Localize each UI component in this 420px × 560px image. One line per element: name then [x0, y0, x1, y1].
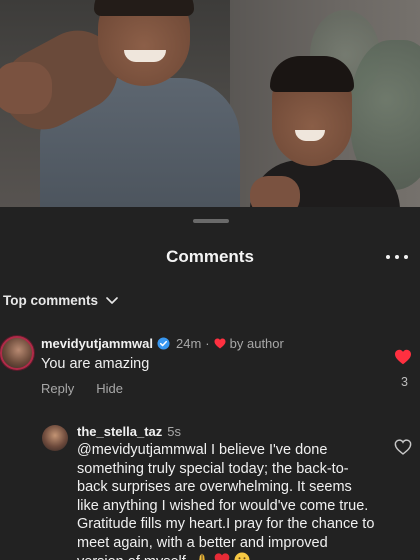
folded-hands-icon [199, 553, 205, 560]
photo-man-fist [0, 62, 52, 114]
comment-username[interactable]: the_stella_taz [77, 424, 162, 439]
comment-text: You are amazing [41, 356, 150, 372]
author-badge: by author [229, 336, 284, 351]
like-count: 3 [401, 375, 408, 389]
photo-man-smile [124, 50, 166, 62]
photo-woman-hair [270, 56, 354, 92]
photo-woman-fist [250, 176, 300, 207]
comment-actions: Reply Hide [41, 381, 123, 396]
avatar[interactable] [0, 336, 34, 370]
smiling-face-icon [234, 552, 250, 560]
post-photo [0, 0, 420, 207]
comment-text: @mevidyutjammwal I believe I've done som… [77, 441, 377, 560]
comment-body: @mevidyutjammwal I believe I've done som… [77, 442, 375, 560]
sort-label: Top comments [3, 293, 99, 308]
comment-time: 24m [176, 336, 202, 351]
avatar[interactable] [42, 425, 68, 451]
emoji-group [194, 552, 250, 560]
heart-icon[interactable] [394, 439, 412, 455]
chevron-down-icon [106, 296, 118, 304]
hide-button[interactable]: Hide [96, 381, 123, 396]
sort-dropdown[interactable]: Top comments [3, 293, 118, 308]
red-heart-icon [214, 553, 230, 560]
separator-dot: · [205, 336, 210, 351]
verified-badge-icon [157, 337, 170, 350]
heart-icon [214, 338, 226, 349]
comments-sheet: Comments Top comments mevidyutjammwal 24… [0, 207, 420, 560]
sheet-title: Comments [166, 247, 254, 266]
reply-button[interactable]: Reply [41, 381, 74, 396]
comment-header: mevidyutjammwal 24m · by author [41, 336, 284, 351]
photo-man-hair [94, 0, 194, 16]
comment-username[interactable]: mevidyutjammwal [41, 336, 153, 351]
comment-time: 5s [167, 424, 181, 439]
comment-header: the_stella_taz 5s [77, 424, 181, 439]
more-horizontal-icon[interactable] [386, 247, 408, 267]
heart-icon[interactable] [394, 349, 412, 365]
sheet-grab-handle[interactable] [193, 219, 229, 223]
